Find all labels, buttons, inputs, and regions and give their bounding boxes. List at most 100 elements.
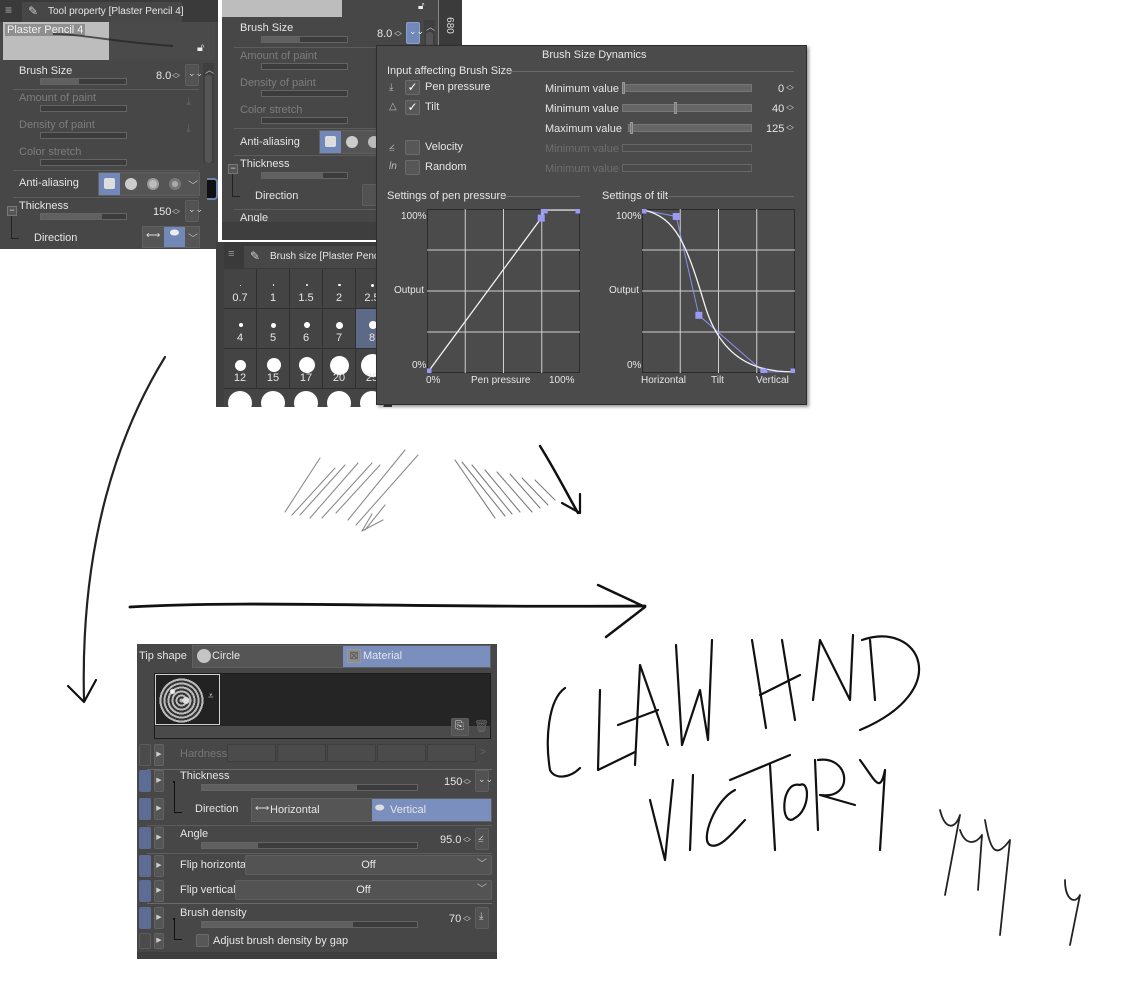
tilt-checkbox[interactable]: ✓ <box>405 100 420 115</box>
panel-tab[interactable]: ✎ Tool property [Plaster Pencil 4] <box>22 2 184 22</box>
brush-size-cell[interactable]: 15 <box>257 349 290 389</box>
dynamics-button-active[interactable]: ⌄⌄ <box>406 22 424 44</box>
lock-icon[interactable]: 🔓︎ <box>418 1 424 12</box>
tilt-min-slider[interactable] <box>622 102 752 114</box>
curve-control-point[interactable] <box>537 214 545 222</box>
chevron-down-icon[interactable]: ﹀ <box>188 177 198 192</box>
aa-medium-option[interactable] <box>147 178 159 190</box>
pressure-min-value[interactable]: 0 <box>778 83 784 95</box>
brush-size-value[interactable]: 8.0 <box>377 28 392 40</box>
brush-size-value[interactable]: 8.0 <box>156 70 171 82</box>
brush-size-spinner[interactable]: ︿ ﹀ <box>172 69 180 84</box>
add-material-button[interactable]: ⎘ <box>451 718 469 736</box>
direction-vertical-option[interactable]: ⬬ Vertical <box>372 799 491 821</box>
expand-button[interactable]: ▶ <box>154 827 164 849</box>
thickness-value[interactable]: 150 <box>444 776 462 788</box>
tilt-max-spinner[interactable]: ︿ ﹀ <box>786 121 794 136</box>
vertical-direction-icon[interactable]: ⬬ <box>164 227 185 247</box>
horizontal-direction-icon[interactable]: ⟷ <box>146 230 160 241</box>
brush-size-cell[interactable]: 4 <box>224 309 257 349</box>
tilt-max-value[interactable]: 125 <box>766 123 784 135</box>
scrollbar[interactable]: ︿ <box>203 63 214 163</box>
adjust-density-checkbox[interactable] <box>196 934 209 947</box>
tip-shape-selector[interactable]: Circle ⊠ Material <box>192 645 491 668</box>
expand-button[interactable]: ▶ <box>154 933 164 949</box>
aa-none-option[interactable] <box>320 131 341 153</box>
lock-icon[interactable]: 🔓︎ <box>197 42 204 55</box>
brush-size-cell[interactable]: 5 <box>257 309 290 349</box>
brush-size-cell[interactable]: 12 <box>224 349 257 389</box>
pen-pressure-checkbox[interactable]: ✓ <box>405 80 420 95</box>
expand-button[interactable]: ▶ <box>154 907 164 929</box>
tilt-min-value[interactable]: 40 <box>772 103 784 115</box>
brush-size-cell[interactable]: 1 <box>257 269 290 309</box>
dynamics-button[interactable]: ⌄⌄ <box>185 200 203 222</box>
pressure-min-spinner[interactable]: ︿ ﹀ <box>786 81 794 96</box>
thickness-slider[interactable] <box>261 172 348 179</box>
curve-control-point[interactable] <box>642 209 647 214</box>
curve-control-point[interactable] <box>695 311 703 319</box>
thickness-slider[interactable] <box>201 784 418 791</box>
expand-button[interactable]: ▶ <box>154 770 164 792</box>
angle-value[interactable]: 95.0 <box>440 834 461 846</box>
brush-size-cell[interactable]: 6 <box>290 309 323 349</box>
slider-handle[interactable] <box>674 102 677 114</box>
brush-size-cell[interactable]: 17 <box>290 349 323 389</box>
material-menu-icon[interactable]: ⩡ <box>208 691 214 702</box>
pressure-dynamics-button[interactable]: ⤓ <box>475 907 489 929</box>
aa-weak-option[interactable] <box>125 178 137 190</box>
brush-size-cell[interactable]: 7 <box>323 309 356 349</box>
expand-button[interactable]: ▶ <box>154 855 164 877</box>
collapse-icon[interactable]: − <box>7 206 17 216</box>
tip-material-option[interactable]: ⊠ Material <box>343 646 490 667</box>
slider-handle[interactable] <box>630 122 633 134</box>
tilt-min-spinner[interactable]: ︿ ﹀ <box>786 101 794 116</box>
aa-strong-option[interactable] <box>169 178 181 190</box>
panel-menu-icon[interactable]: ≡ <box>5 3 12 17</box>
delete-material-icon[interactable]: 🗑︎ <box>474 719 489 733</box>
palette-tab[interactable]: ✎ Brush size [Plaster Pencil <box>244 246 392 268</box>
random-checkbox[interactable] <box>405 160 420 175</box>
direction-selector[interactable]: ⟷ ⬬ ﹀ <box>142 226 200 248</box>
visibility-toggle[interactable] <box>139 744 151 766</box>
flip-horizontal-dropdown[interactable]: Off ﹀ <box>245 855 492 875</box>
brush-size-cell[interactable]: 0.7 <box>224 269 257 309</box>
thickness-spinner[interactable]: ︿ ﹀ <box>463 775 471 790</box>
brush-density-slider[interactable] <box>201 921 418 928</box>
visibility-toggle[interactable] <box>139 933 151 949</box>
curve-control-point[interactable] <box>760 368 768 374</box>
collapse-icon[interactable]: − <box>228 164 238 174</box>
anti-aliasing-selector[interactable] <box>319 130 380 154</box>
flip-vertical-dropdown[interactable]: Off ﹀ <box>235 880 492 900</box>
visibility-toggle[interactable] <box>139 907 151 929</box>
pressure-min-slider[interactable] <box>622 82 752 94</box>
panel-menu-icon[interactable]: ≡ <box>228 248 234 260</box>
slider-handle[interactable] <box>622 82 625 94</box>
expand-button[interactable]: ▶ <box>154 798 164 820</box>
angle-dynamics-button[interactable]: ⦤ <box>475 828 489 850</box>
direction-horizontal-option[interactable]: ⟷ Horizontal <box>252 799 372 821</box>
curve-control-point[interactable] <box>540 209 548 214</box>
tilt-max-slider[interactable] <box>628 122 752 134</box>
velocity-checkbox[interactable] <box>405 140 420 155</box>
aa-none-option[interactable] <box>99 173 120 195</box>
curve-control-point[interactable] <box>672 212 680 220</box>
brush-density-spinner[interactable]: ︿ ﹀ <box>463 912 471 927</box>
aa-weak-option[interactable] <box>346 136 358 148</box>
brush-size-cell[interactable]: 1.5 <box>290 269 323 309</box>
brush-size-slider[interactable] <box>261 36 348 43</box>
brush-size-cell[interactable]: 20 <box>323 349 356 389</box>
chevron-down-icon[interactable]: ﹀ <box>188 230 198 245</box>
expand-button[interactable]: ▶ <box>154 744 164 766</box>
brush-size-slider[interactable] <box>40 78 127 85</box>
thickness-spinner[interactable]: ︿ ﹀ <box>172 205 180 220</box>
thickness-value[interactable]: 150 <box>153 206 171 218</box>
pressure-curve-graph[interactable] <box>427 209 580 373</box>
expand-button[interactable]: ▶ <box>154 880 164 902</box>
tilt-curve-graph[interactable] <box>642 209 795 373</box>
brush-size-cell[interactable]: 2 <box>323 269 356 309</box>
visibility-toggle[interactable] <box>139 880 151 902</box>
material-thumbnail[interactable]: ⩡ <box>155 674 220 725</box>
visibility-toggle[interactable] <box>139 798 151 820</box>
visibility-toggle[interactable] <box>139 855 151 877</box>
